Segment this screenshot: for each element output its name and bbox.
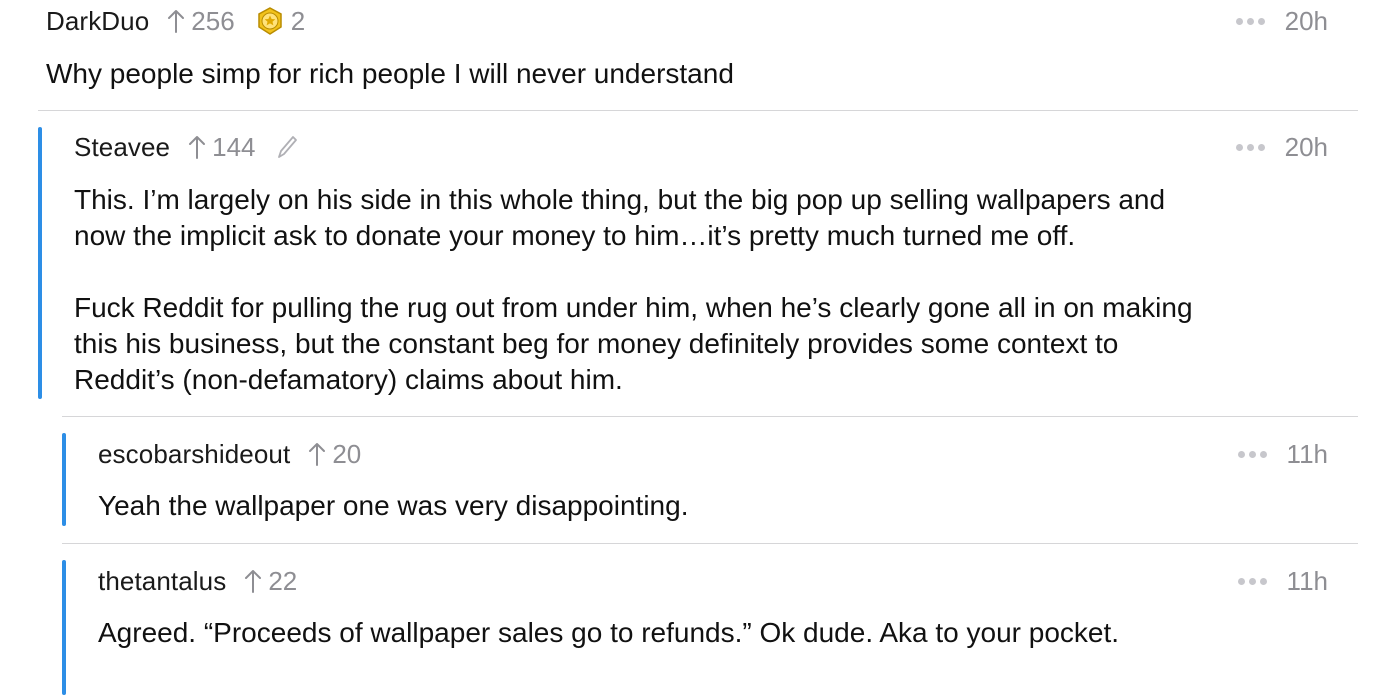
- arrow-up-icon[interactable]: [244, 568, 262, 594]
- upvote-count[interactable]: 256: [167, 5, 235, 37]
- comment-body: Agreed. “Proceeds of wallpaper sales go …: [98, 617, 1120, 648]
- score-value: 20: [332, 438, 362, 469]
- ellipsis-icon[interactable]: [1235, 17, 1265, 25]
- arrow-up-icon[interactable]: [188, 134, 206, 160]
- comment-header: Steavee 144 20h: [74, 132, 1383, 162]
- comment-darkduo: DarkDuo 256 2 20h Why people simp for ri…: [0, 0, 1383, 110]
- comment-time: 20h: [1284, 131, 1328, 162]
- comment-time: 11h: [1286, 438, 1328, 469]
- award-count: 2: [290, 5, 306, 36]
- comment-body: Why people simp for rich people I will n…: [46, 58, 734, 89]
- comment-author[interactable]: thetantalus: [98, 566, 226, 597]
- upvote-count[interactable]: 144: [188, 131, 256, 163]
- thread-depth-line[interactable]: [62, 433, 66, 526]
- comment-meta: 11h: [1237, 438, 1328, 469]
- comment-header: DarkDuo 256 2 20h: [46, 6, 1383, 36]
- score-value: 22: [268, 565, 298, 596]
- comment-time: 11h: [1286, 565, 1328, 596]
- comment-steavee: Steavee 144 20h This. I’m largely on his…: [0, 111, 1383, 416]
- comment-thetantalus: thetantalus 22 11h Agreed. “Proceeds of …: [0, 544, 1383, 695]
- upvote-count[interactable]: 22: [244, 566, 297, 597]
- comment-header: thetantalus 22 11h: [98, 566, 1383, 596]
- upvote-count[interactable]: 20: [308, 439, 361, 470]
- comment-author[interactable]: DarkDuo: [46, 6, 149, 37]
- comment-meta: 20h: [1235, 131, 1328, 162]
- ellipsis-icon[interactable]: [1237, 577, 1267, 585]
- comment-escobarshideout: escobarshideout 20 11h Yeah the wallpape…: [0, 417, 1383, 543]
- comment-meta: 20h: [1235, 5, 1328, 36]
- comment-author[interactable]: Steavee: [74, 132, 170, 163]
- thread-depth-line[interactable]: [38, 127, 42, 399]
- award-medal-icon: [257, 7, 282, 35]
- arrow-up-icon[interactable]: [308, 441, 326, 467]
- pencil-icon: [276, 134, 298, 160]
- comment-header: escobarshideout 20 11h: [98, 439, 1383, 469]
- thread-depth-line[interactable]: [62, 560, 66, 695]
- comment-time: 20h: [1284, 5, 1328, 36]
- score-value: 144: [212, 131, 256, 162]
- score-value: 256: [191, 5, 235, 36]
- comment-meta: 11h: [1237, 565, 1328, 596]
- ellipsis-icon[interactable]: [1235, 143, 1265, 151]
- award-badge[interactable]: 2: [255, 6, 305, 37]
- arrow-up-icon[interactable]: [167, 8, 185, 34]
- comment-author[interactable]: escobarshideout: [98, 439, 290, 470]
- comment-body: This. I’m largely on his side in this wh…: [74, 184, 1193, 395]
- ellipsis-icon[interactable]: [1237, 450, 1267, 458]
- comment-body: Yeah the wallpaper one was very disappoi…: [98, 490, 689, 521]
